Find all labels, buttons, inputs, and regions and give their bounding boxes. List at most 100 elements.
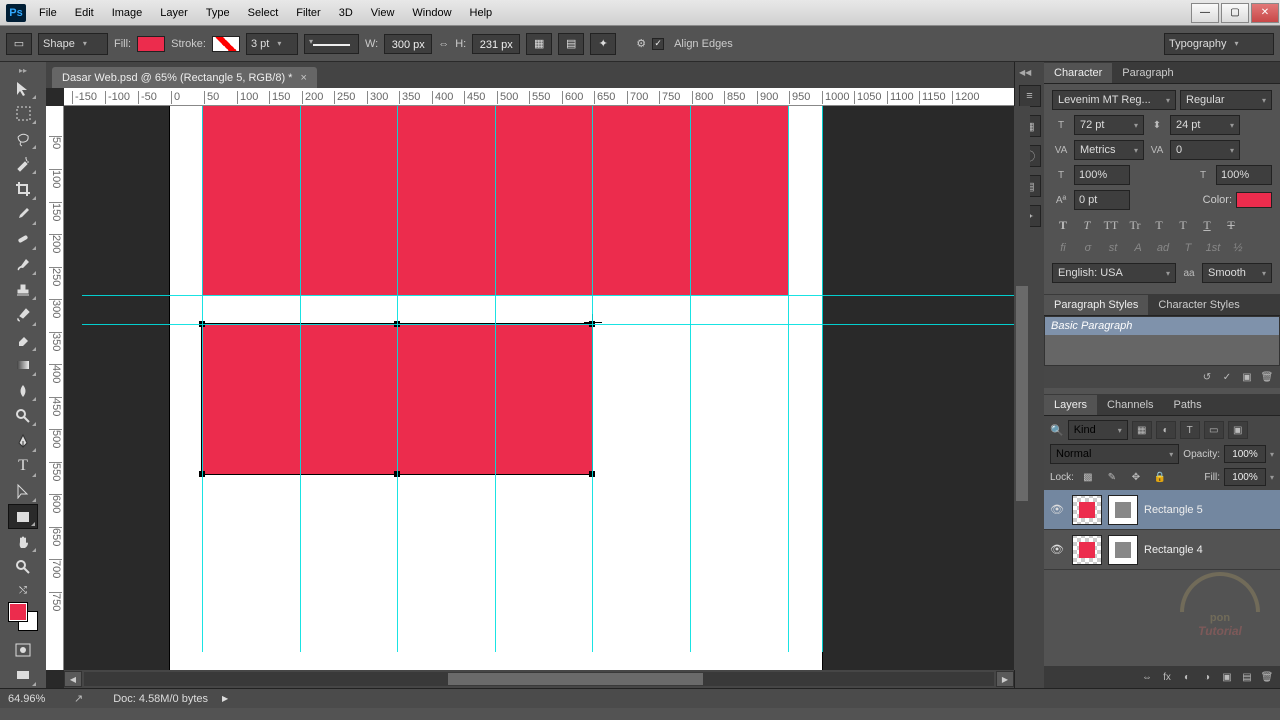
- screenmode-toggle[interactable]: [8, 663, 38, 688]
- guide-v[interactable]: [822, 106, 823, 652]
- quickmask-toggle[interactable]: [8, 638, 38, 663]
- width-input[interactable]: 300 px: [384, 34, 432, 54]
- guide-v[interactable]: [690, 106, 691, 652]
- vscale-input[interactable]: 100%: [1074, 165, 1130, 185]
- ot-fractions[interactable]: ½: [1227, 239, 1249, 257]
- filter-shape-icon[interactable]: ▭: [1204, 421, 1224, 439]
- window-maximize[interactable]: ▢: [1221, 3, 1249, 23]
- opacity-input[interactable]: 100%: [1224, 445, 1266, 463]
- history-panel-icon[interactable]: ≡: [1019, 85, 1041, 107]
- layer-name[interactable]: Rectangle 5: [1144, 504, 1203, 516]
- scroll-left-arrow[interactable]: ◀: [64, 671, 82, 687]
- ot-contextual[interactable]: σ: [1077, 239, 1099, 257]
- guide-v[interactable]: [788, 106, 789, 652]
- visibility-toggle[interactable]: 👁: [1048, 501, 1066, 519]
- tab-paths[interactable]: Paths: [1164, 395, 1212, 415]
- panel-grip[interactable]: ▸▸: [2, 66, 44, 76]
- path-align-button[interactable]: ▦: [526, 33, 552, 55]
- tab-paragraph-styles[interactable]: Paragraph Styles: [1044, 295, 1148, 315]
- fill-arrow-icon[interactable]: ▾: [1270, 473, 1274, 482]
- zoom-tool[interactable]: [8, 554, 38, 579]
- layer-filter-dropdown[interactable]: Kind: [1068, 420, 1128, 440]
- ps-new-icon[interactable]: ▣: [1238, 369, 1256, 385]
- filter-pixel-icon[interactable]: ▦: [1132, 421, 1152, 439]
- layer-trash-icon[interactable]: 🗑: [1258, 669, 1276, 685]
- visibility-toggle[interactable]: 👁: [1048, 541, 1066, 559]
- lock-all-icon[interactable]: 🔒: [1150, 468, 1170, 486]
- brush-tool[interactable]: [8, 252, 38, 277]
- height-input[interactable]: 231 px: [472, 34, 520, 54]
- workspace-dropdown[interactable]: Typography: [1164, 33, 1274, 55]
- link-wh-icon[interactable]: ⇔: [438, 38, 449, 50]
- ot-swash[interactable]: A: [1127, 239, 1149, 257]
- stroke-style-dropdown[interactable]: [304, 34, 359, 54]
- all-caps[interactable]: TT: [1100, 215, 1122, 235]
- rectangle-tool[interactable]: [8, 504, 38, 529]
- small-caps[interactable]: Tr: [1124, 215, 1146, 235]
- ot-ordinals[interactable]: 1st: [1202, 239, 1224, 257]
- layer-link-icon[interactable]: ⇔: [1138, 669, 1156, 685]
- tab-character-styles[interactable]: Character Styles: [1148, 295, 1249, 315]
- filter-adjust-icon[interactable]: ◐: [1156, 421, 1176, 439]
- stamp-tool[interactable]: [8, 277, 38, 302]
- menu-window[interactable]: Window: [405, 3, 458, 23]
- stroke-swatch[interactable]: [212, 36, 240, 52]
- menu-select[interactable]: Select: [241, 3, 286, 23]
- layer-row[interactable]: 👁 Rectangle 5: [1044, 490, 1280, 530]
- ot-stylistic[interactable]: ad: [1152, 239, 1174, 257]
- layer-group-icon[interactable]: ▣: [1218, 669, 1236, 685]
- layer-thumbnail[interactable]: [1072, 535, 1102, 565]
- type-tool[interactable]: T: [8, 454, 38, 479]
- faux-italic[interactable]: T: [1076, 215, 1098, 235]
- layer-row[interactable]: 👁 Rectangle 4: [1044, 530, 1280, 570]
- guide-h[interactable]: [82, 295, 1014, 296]
- layer-list[interactable]: 👁 Rectangle 5 👁 Rectangle 4 pon Tutorial: [1044, 490, 1280, 666]
- layer-mask-thumbnail[interactable]: [1108, 535, 1138, 565]
- tab-channels[interactable]: Channels: [1097, 395, 1163, 415]
- subscript[interactable]: T: [1172, 215, 1194, 235]
- menu-edit[interactable]: Edit: [68, 3, 101, 23]
- path-arrange-button[interactable]: ▤: [558, 33, 584, 55]
- heal-tool[interactable]: [8, 227, 38, 252]
- tracking-dropdown[interactable]: 0: [1170, 140, 1240, 160]
- faux-bold[interactable]: T: [1052, 215, 1074, 235]
- font-size-dropdown[interactable]: 72 pt: [1074, 115, 1144, 135]
- filter-smart-icon[interactable]: ▣: [1228, 421, 1248, 439]
- guide-v[interactable]: [300, 106, 301, 652]
- menu-3d[interactable]: 3D: [332, 3, 360, 23]
- scroll-right-arrow[interactable]: ▶: [996, 671, 1014, 687]
- strikethrough[interactable]: T: [1220, 215, 1242, 235]
- kerning-dropdown[interactable]: Metrics: [1074, 140, 1144, 160]
- history-brush-tool[interactable]: [8, 302, 38, 327]
- document-tab[interactable]: Dasar Web.psd @ 65% (Rectangle 5, RGB/8)…: [52, 67, 317, 88]
- doc-info[interactable]: Doc: 4.58M/0 bytes: [113, 693, 208, 705]
- blur-tool[interactable]: [8, 378, 38, 403]
- pen-tool[interactable]: [8, 428, 38, 453]
- shape-mode-dropdown[interactable]: Shape: [38, 33, 108, 55]
- filter-type-icon[interactable]: T: [1180, 421, 1200, 439]
- layer-thumbnail[interactable]: [1072, 495, 1102, 525]
- scroll-thumb[interactable]: [448, 673, 703, 685]
- lock-pixels-icon[interactable]: ✎: [1102, 468, 1122, 486]
- path-select-tool[interactable]: [8, 479, 38, 504]
- language-dropdown[interactable]: English: USA: [1052, 263, 1176, 283]
- wand-tool[interactable]: [8, 151, 38, 176]
- text-color-swatch[interactable]: [1236, 192, 1272, 208]
- close-tab-icon[interactable]: ×: [300, 72, 306, 84]
- gear-icon[interactable]: ⚙: [636, 37, 646, 50]
- paragraph-style-item[interactable]: Basic Paragraph: [1045, 317, 1279, 335]
- font-style-dropdown[interactable]: Regular: [1180, 90, 1272, 110]
- layer-mask-thumbnail[interactable]: [1108, 495, 1138, 525]
- paragraph-styles-list[interactable]: Basic Paragraph: [1044, 316, 1280, 366]
- tab-layers[interactable]: Layers: [1044, 395, 1097, 415]
- tab-paragraph[interactable]: Paragraph: [1112, 63, 1183, 83]
- scroll-thumb-v[interactable]: [1016, 286, 1028, 500]
- export-icon[interactable]: ↗: [74, 692, 83, 705]
- lock-transparent-icon[interactable]: ▩: [1078, 468, 1098, 486]
- scroll-track[interactable]: [84, 672, 994, 686]
- gradient-tool[interactable]: [8, 353, 38, 378]
- blend-mode-dropdown[interactable]: Normal: [1050, 444, 1179, 464]
- rail-expand-icon[interactable]: ◀◀: [1019, 68, 1031, 77]
- zoom-level[interactable]: 64.96%: [8, 693, 64, 705]
- guide-v[interactable]: [592, 106, 593, 652]
